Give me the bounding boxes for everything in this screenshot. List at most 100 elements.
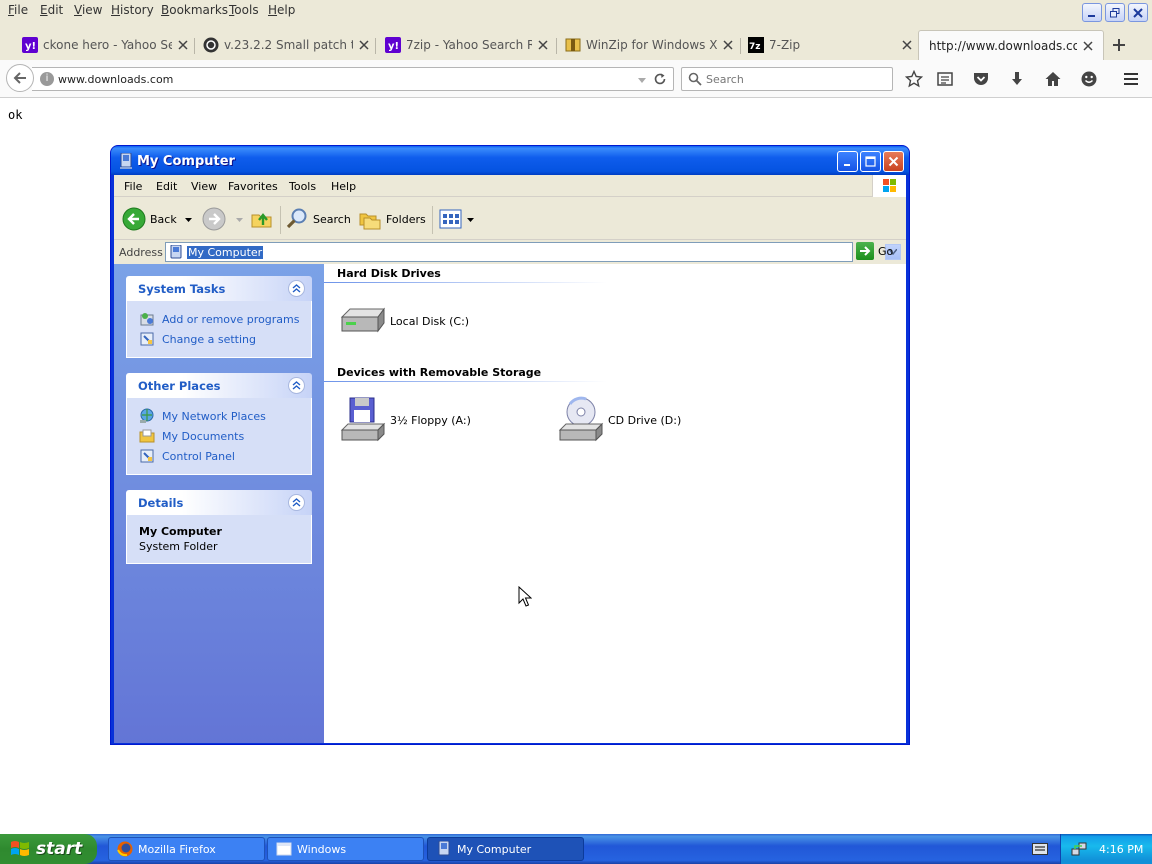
search-icon [688, 72, 702, 89]
tab-close-icon[interactable] [900, 38, 914, 52]
collapse-chevron-icon[interactable] [288, 280, 305, 297]
menu-file[interactable]: File [124, 180, 142, 193]
search-button[interactable]: Search [285, 208, 351, 230]
new-tab-button[interactable] [1110, 36, 1128, 54]
control-panel-link[interactable]: Control Panel [139, 446, 311, 466]
downloads-icon[interactable] [1007, 69, 1027, 89]
tab-close-icon[interactable] [536, 38, 550, 52]
url-bar[interactable]: i www.downloads.com [32, 67, 674, 91]
minimize-button[interactable] [1082, 3, 1102, 22]
local-disk-c-item[interactable]: Local Disk (C:) [338, 297, 469, 345]
item-label: 3½ Floppy (A:) [390, 413, 471, 427]
tab-close-icon[interactable] [176, 38, 190, 52]
back-button[interactable] [6, 64, 34, 92]
menu-tools[interactable]: Tools [229, 3, 259, 17]
menu-help[interactable]: Help [331, 180, 356, 193]
menu-edit[interactable]: Edit [156, 180, 177, 193]
tab-close-icon[interactable] [357, 38, 371, 52]
github-icon [203, 37, 219, 53]
hello-smiley-icon[interactable] [1079, 69, 1099, 89]
reading-list-icon[interactable] [935, 69, 955, 89]
window-maximize-button[interactable] [860, 151, 881, 172]
panel-title: System Tasks [138, 282, 226, 296]
hamburger-menu-icon[interactable] [1121, 69, 1141, 89]
menu-file[interactable]: File [8, 3, 28, 17]
tab-ckone-hero[interactable]: y! ckone hero - Yahoo Sea... [22, 30, 190, 60]
search-input[interactable]: Search [681, 67, 893, 91]
tab-7zip[interactable]: 7z 7-Zip [748, 30, 914, 60]
network-icon[interactable] [1071, 841, 1087, 857]
collapse-chevron-icon[interactable] [288, 494, 305, 511]
taskbar: start Mozilla Firefox Windows My Compute… [0, 834, 1152, 864]
panel-body: Add or remove programs Change a setting [126, 301, 312, 358]
menu-help[interactable]: Help [268, 3, 295, 17]
address-input[interactable]: My Computer [165, 242, 901, 262]
window-minimize-button[interactable] [837, 151, 858, 172]
menu-favorites[interactable]: Favorites [228, 180, 278, 193]
my-network-places-link[interactable]: My Network Places [139, 406, 311, 426]
window-menubar: File Edit View Favorites Tools Help [114, 175, 906, 197]
firefox-menubar: File Edit View History Bookmarks Tools H… [0, 0, 1152, 22]
content-pane: Hard Disk Drives Local Disk (C:) Devices… [324, 264, 906, 743]
taskbar-button-firefox[interactable]: Mozilla Firefox [108, 837, 265, 861]
views-button[interactable] [439, 208, 474, 230]
other-places-header[interactable]: Other Places [126, 373, 312, 398]
reload-icon[interactable] [653, 72, 667, 89]
taskbar-button-my-computer[interactable]: My Computer [427, 837, 584, 861]
window-body: File Edit View Favorites Tools Help Back [114, 175, 906, 743]
pocket-icon[interactable] [971, 69, 991, 89]
add-remove-programs-link[interactable]: Add or remove programs [139, 309, 311, 329]
floppy-a-item[interactable]: 3½ Floppy (A:) [338, 396, 471, 444]
folders-button[interactable]: Folders [358, 208, 426, 230]
tab-close-icon[interactable] [1081, 39, 1095, 53]
home-icon[interactable] [1043, 69, 1063, 89]
window-title: My Computer [137, 154, 235, 169]
taskbar-button-windows[interactable]: Windows [267, 837, 424, 861]
tab-github-patch[interactable]: v.23.2.2 Small patch to... [203, 30, 371, 60]
up-folder-icon [250, 207, 274, 231]
clock: 4:16 PM [1099, 842, 1144, 856]
cd-drive-d-item[interactable]: CD Drive (D:) [556, 396, 681, 444]
details-header[interactable]: Details [126, 490, 312, 515]
link-label: My Documents [162, 429, 245, 443]
tab-close-icon[interactable] [721, 38, 735, 52]
go-button[interactable]: Go [856, 242, 893, 260]
url-text: www.downloads.com [58, 73, 174, 86]
menu-view[interactable]: View [74, 3, 102, 17]
dropdown-arrow-icon[interactable] [637, 74, 647, 88]
up-folder-button[interactable] [250, 208, 278, 230]
menu-bookmarks[interactable]: Bookmarks [161, 3, 228, 17]
menu-edit[interactable]: Edit [40, 3, 63, 17]
collapse-chevron-icon[interactable] [288, 377, 305, 394]
toolbar-separator [280, 206, 281, 234]
menu-tools[interactable]: Tools [289, 180, 316, 193]
group-divider [324, 381, 607, 382]
dropdown-arrow-icon[interactable] [184, 213, 192, 226]
close-button[interactable] [1128, 3, 1148, 22]
my-documents-link[interactable]: My Documents [139, 426, 311, 446]
change-setting-link[interactable]: Change a setting [139, 329, 311, 349]
link-label: Control Panel [162, 449, 235, 463]
window-close-button[interactable] [883, 151, 904, 172]
start-button[interactable]: start [0, 834, 97, 864]
tab-7zip-search[interactable]: y! 7zip - Yahoo Search Re... [385, 30, 550, 60]
svg-text:7z: 7z [749, 42, 761, 52]
window-titlebar[interactable]: My Computer [111, 146, 909, 175]
menu-history[interactable]: History [111, 3, 154, 17]
menu-view[interactable]: View [191, 180, 217, 193]
tab-winzip[interactable]: WinZip for Windows XP ... [565, 30, 735, 60]
bookmark-star-icon[interactable] [904, 69, 924, 89]
page-body-text: ok [8, 108, 23, 122]
forward-button[interactable] [202, 207, 243, 231]
plus-icon [1113, 39, 1125, 51]
restore-button[interactable] [1105, 3, 1125, 22]
site-info-icon[interactable]: i [40, 72, 54, 86]
system-tasks-header[interactable]: System Tasks [126, 276, 312, 301]
toolbar-separator [432, 206, 433, 234]
floppy-drive-icon [338, 396, 386, 444]
tab-downloads[interactable]: http://www.downloads.com/ [918, 30, 1104, 60]
other-places-panel: Other Places My Network Places My Docume… [126, 373, 312, 475]
keyboard-icon[interactable] [1032, 843, 1048, 855]
views-icon [439, 208, 463, 230]
back-button[interactable]: Back [122, 207, 192, 231]
